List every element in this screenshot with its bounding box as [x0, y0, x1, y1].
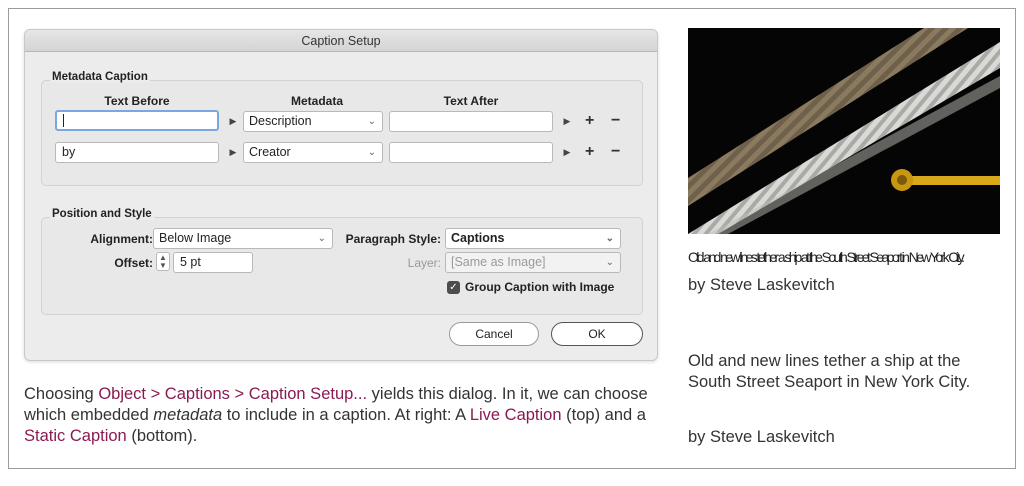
- metadata-select-2[interactable]: Creator ⌄: [243, 142, 383, 163]
- caption-setup-dialog: Caption Setup Metadata Caption Text Befo…: [24, 29, 658, 361]
- text-before-field-1[interactable]: [55, 110, 219, 131]
- dialog-title: Caption Setup: [25, 30, 657, 52]
- live-caption-byline: by Steve Laskevitch: [688, 276, 835, 294]
- chevron-down-icon: ⌄: [605, 233, 614, 244]
- rope-photo-image: [688, 28, 1000, 234]
- figure-description: Choosing Object > Captions > Caption Set…: [24, 384, 664, 447]
- layer-label: Layer:: [407, 256, 441, 270]
- static-caption-text: Old and new lines tether a ship at the S…: [688, 352, 971, 391]
- metadata-select-1-value: Description: [249, 114, 312, 128]
- alignment-value: Below Image: [159, 231, 232, 245]
- insert-special-char-icon[interactable]: ▶: [559, 142, 575, 162]
- group-caption-label[interactable]: Group Caption with Image: [465, 280, 625, 294]
- layer-select: [Same as Image] ⌄: [445, 252, 621, 273]
- offset-field[interactable]: 5 pt: [173, 252, 253, 273]
- alignment-select[interactable]: Below Image ⌄: [153, 228, 333, 249]
- static-caption-byline: by Steve Laskevitch: [688, 428, 835, 446]
- text-before-field-2[interactable]: by: [55, 142, 219, 163]
- col-text-after: Text After: [443, 94, 499, 108]
- paragraph-style-select[interactable]: Captions ⌄: [445, 228, 621, 249]
- static-caption-term: Static Caption: [24, 427, 127, 445]
- metadata-select-2-value: Creator: [249, 145, 291, 159]
- metadata-caption-label: Metadata Caption: [50, 71, 150, 83]
- desc-text: (top) and a: [561, 406, 646, 424]
- desc-text: Choosing: [24, 385, 99, 403]
- paragraph-style-label: Paragraph Style:: [345, 232, 441, 246]
- chevron-down-icon: ⌄: [367, 147, 376, 158]
- position-style-label: Position and Style: [50, 208, 154, 220]
- remove-row-button[interactable]: −: [611, 111, 620, 131]
- col-metadata: Metadata: [290, 94, 343, 108]
- rope-photo: [688, 28, 1000, 234]
- text-after-field-1[interactable]: [389, 111, 553, 132]
- offset-stepper[interactable]: ▲ ▼: [156, 252, 170, 271]
- cancel-button[interactable]: Cancel: [449, 322, 539, 346]
- menu-path: Object > Captions > Caption Setup...: [98, 385, 368, 403]
- offset-label: Offset:: [114, 256, 153, 270]
- desc-text: (bottom).: [126, 427, 198, 445]
- live-caption-text: Old and new lines tether a ship at the S…: [688, 249, 965, 265]
- paragraph-style-value: Captions: [451, 231, 505, 245]
- metadata-select-1[interactable]: Description ⌄: [243, 111, 383, 132]
- metadata-word: metadata: [153, 406, 223, 424]
- col-text-before: Text Before: [104, 94, 170, 108]
- layer-value: [Same as Image]: [451, 255, 546, 269]
- desc-text: to include in a caption. At right: A: [222, 406, 470, 424]
- insert-special-char-icon[interactable]: ▶: [225, 111, 241, 131]
- add-row-button[interactable]: +: [585, 142, 594, 162]
- insert-special-char-icon[interactable]: ▶: [225, 142, 241, 162]
- text-after-field-2[interactable]: [389, 142, 553, 163]
- live-caption-term: Live Caption: [469, 406, 562, 424]
- remove-row-button[interactable]: −: [611, 142, 620, 162]
- ok-button[interactable]: OK: [551, 322, 643, 346]
- group-caption-checkbox[interactable]: ✓: [447, 281, 460, 294]
- text-cursor: [63, 114, 64, 128]
- add-row-button[interactable]: +: [585, 111, 594, 131]
- chevron-down-icon: ⌄: [367, 116, 376, 127]
- chevron-down-icon: ⌄: [605, 257, 614, 268]
- insert-special-char-icon[interactable]: ▶: [559, 111, 575, 131]
- alignment-label: Alignment:: [90, 232, 153, 246]
